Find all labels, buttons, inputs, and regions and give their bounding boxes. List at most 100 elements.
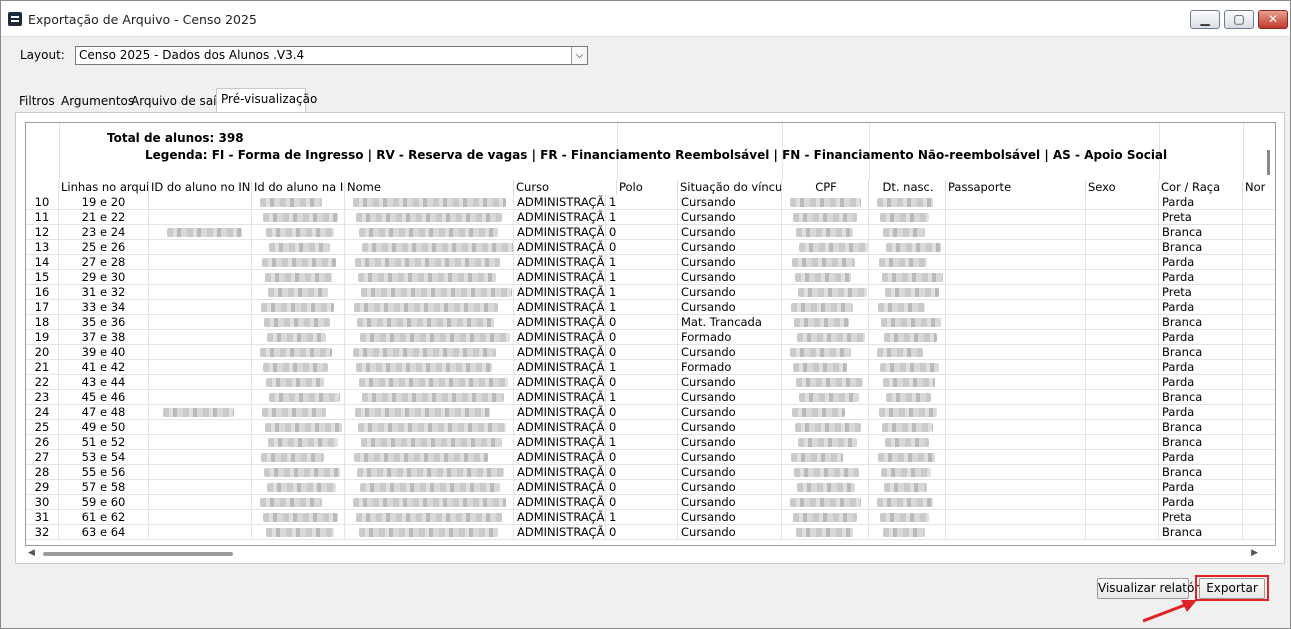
scroll-left-icon[interactable]: ◀ [28,548,35,558]
cell-curso: ADMINISTRAÇÃO-BA [514,315,606,330]
column-header-sexo[interactable]: Sexo [1086,180,1159,195]
cell-nome [345,405,514,420]
table-row[interactable]: 2345 e 46 ADMINISTRAÇÃO-BA1Cursando Branca [26,390,1275,405]
table-row[interactable]: 1631 e 32 ADMINISTRAÇÃO-BA1Cursando Preta [26,285,1275,300]
cell-passaporte [946,375,1086,390]
table-row[interactable]: 2855 e 56 ADMINISTRAÇÃO-BA0Cursando Branca [26,465,1275,480]
table-row[interactable]: 1223 e 24 ADMINISTRAÇÃO-BA0Cursando Branca [26,225,1275,240]
cell-situacao: Cursando [678,450,782,465]
table-row[interactable]: 2141 e 42 ADMINISTRAÇÃO-BA1Formado Parda [26,360,1275,375]
redacted-value [361,438,502,447]
cell-cor-raca: Branca [1159,345,1243,360]
column-header-dt-nasc[interactable]: Dt. nasc. [869,180,946,195]
table-row[interactable]: 2447 e 48 ADMINISTRAÇÃO-BA0Cursando Parda [26,405,1275,420]
table-row[interactable]: 1733 e 34 ADMINISTRAÇÃO-BA1Cursando Parda [26,300,1275,315]
column-header-nome[interactable]: Nome [345,180,514,195]
layout-select[interactable]: Censo 2025 - Dados dos Alunos .V3.4 ⌵ [75,46,588,65]
cell-sexo [1086,225,1159,240]
layout-label: Layout: [20,48,65,62]
chevron-down-icon[interactable]: ⌵ [571,47,587,64]
column-header-situacao[interactable]: Situação do vínculo [678,180,782,195]
vertical-scrollbar-thumb[interactable] [1267,150,1270,175]
cell-ies [252,315,345,330]
cell-cor-raca: Preta [1159,510,1243,525]
cell-sexo [1086,480,1159,495]
cell-linhas: 57 e 58 [59,480,149,495]
column-header-curso[interactable]: Curso [514,180,617,195]
column-header-inep[interactable]: ID do aluno no INEP [149,180,252,195]
cell-cor-raca: Branca [1159,465,1243,480]
cell-inep [149,285,252,300]
column-header-ies[interactable]: Id do aluno na IES [252,180,345,195]
cell-index: 28 [26,465,59,480]
redacted-value [878,453,935,462]
column-header-passaporte[interactable]: Passaporte [946,180,1086,195]
tab-filtros[interactable]: Filtros [15,92,59,112]
cell-index: 29 [26,480,59,495]
cell-passaporte [946,270,1086,285]
cell-polo: 0 [606,465,678,480]
table-row[interactable]: 1325 e 26 ADMINISTRAÇÃO-BA0Cursando Branca [26,240,1275,255]
horizontal-scrollbar[interactable]: ◀ ▶ [25,548,1261,560]
redacted-value [359,228,498,237]
preview-grid[interactable]: Total de alunos: 398 Legenda: FI - Forma… [25,122,1276,546]
view-report-button[interactable]: Visualizar relatório [1097,578,1210,599]
table-row[interactable]: 2651 e 52 ADMINISTRAÇÃO-BA1Cursando Branca [26,435,1275,450]
cell-cor-raca: Parda [1159,375,1243,390]
redacted-value [798,288,867,297]
minimize-button[interactable]: ▁ [1190,10,1220,29]
table-row[interactable]: 1937 e 38 ADMINISTRAÇÃO-BA0Formado Parda [26,330,1275,345]
cell-cor-raca: Branca [1159,225,1243,240]
cell-situacao: Cursando [678,390,782,405]
table-row[interactable]: 2039 e 40 ADMINISTRAÇÃO-BA0Cursando Branca [26,345,1275,360]
cell-dt-nasc [869,300,946,315]
redacted-value [791,303,853,312]
redacted-value [353,198,506,207]
cell-situacao: Cursando [678,345,782,360]
cell-cpf [782,345,869,360]
cell-nome [345,465,514,480]
table-row[interactable]: 3059 e 60 ADMINISTRAÇÃO-BA0Cursando Parda [26,495,1275,510]
table-row[interactable]: 2243 e 44 ADMINISTRAÇÃO-BA0Cursando Parda [26,375,1275,390]
cell-ies [252,480,345,495]
table-row[interactable]: 1835 e 36 ADMINISTRAÇÃO-BA0Mat. Trancada B… [26,315,1275,330]
column-header-polo[interactable]: Polo [617,180,678,195]
tab-pre-visualizacao[interactable]: Pré-visualização [216,88,317,113]
redacted-value [797,333,865,342]
table-row[interactable]: 2753 e 54 ADMINISTRAÇÃO-BA0Cursando Parda [26,450,1275,465]
legend-text: Legenda: FI - Forma de Ingresso | RV - R… [145,148,1168,162]
redacted-value [359,378,508,387]
cell-curso: ADMINISTRAÇÃO-BA [514,270,606,285]
table-row[interactable]: 1019 e 20 ADMINISTRAÇÃO-BA1Cursando Parda [26,195,1275,210]
cell-nome [345,510,514,525]
column-header-cpf[interactable]: CPF [782,180,869,195]
redacted-value [260,198,322,207]
column-header-linhas[interactable]: Linhas no arquivo [59,180,149,195]
table-row[interactable]: 1427 e 28 ADMINISTRAÇÃO-BA1Cursando Parda [26,255,1275,270]
column-header-nor[interactable]: Nor [1243,180,1275,195]
table-row[interactable]: 1529 e 30 ADMINISTRAÇÃO-BA1Cursando Parda [26,270,1275,285]
cell-index: 23 [26,390,59,405]
table-row[interactable]: 3161 e 62 ADMINISTRAÇÃO-BA1Cursando Preta [26,510,1275,525]
cell-sexo [1086,375,1159,390]
column-header-index[interactable] [26,180,59,195]
scroll-right-icon[interactable]: ▶ [1251,548,1258,558]
table-row[interactable]: 3263 e 64 ADMINISTRAÇÃO-BA0Cursando Branca [26,525,1275,540]
title-bar[interactable]: Exportação de Arquivo - Censo 2025 ▁ ▢ ✕ [1,1,1290,37]
cell-passaporte [946,345,1086,360]
horizontal-scrollbar-thumb[interactable] [43,552,233,556]
maximize-button[interactable]: ▢ [1224,10,1254,29]
cell-index: 31 [26,510,59,525]
cell-nome [345,390,514,405]
table-row[interactable]: 1121 e 22 ADMINISTRAÇÃO-BA1Cursando Preta [26,210,1275,225]
table-row[interactable]: 2957 e 58 ADMINISTRAÇÃO-BA0Cursando Parda [26,480,1275,495]
cell-sexo [1086,390,1159,405]
column-header-cor-raca[interactable]: Cor / Raça [1159,180,1243,195]
tab-argumentos[interactable]: Argumentos [57,92,138,112]
cell-dt-nasc [869,240,946,255]
cell-cor-raca: Parda [1159,270,1243,285]
table-row[interactable]: 2549 e 50 ADMINISTRAÇÃO-BA0Cursando Branca [26,420,1275,435]
cell-sexo [1086,330,1159,345]
redacted-value [796,378,863,387]
close-button[interactable]: ✕ [1258,10,1288,29]
